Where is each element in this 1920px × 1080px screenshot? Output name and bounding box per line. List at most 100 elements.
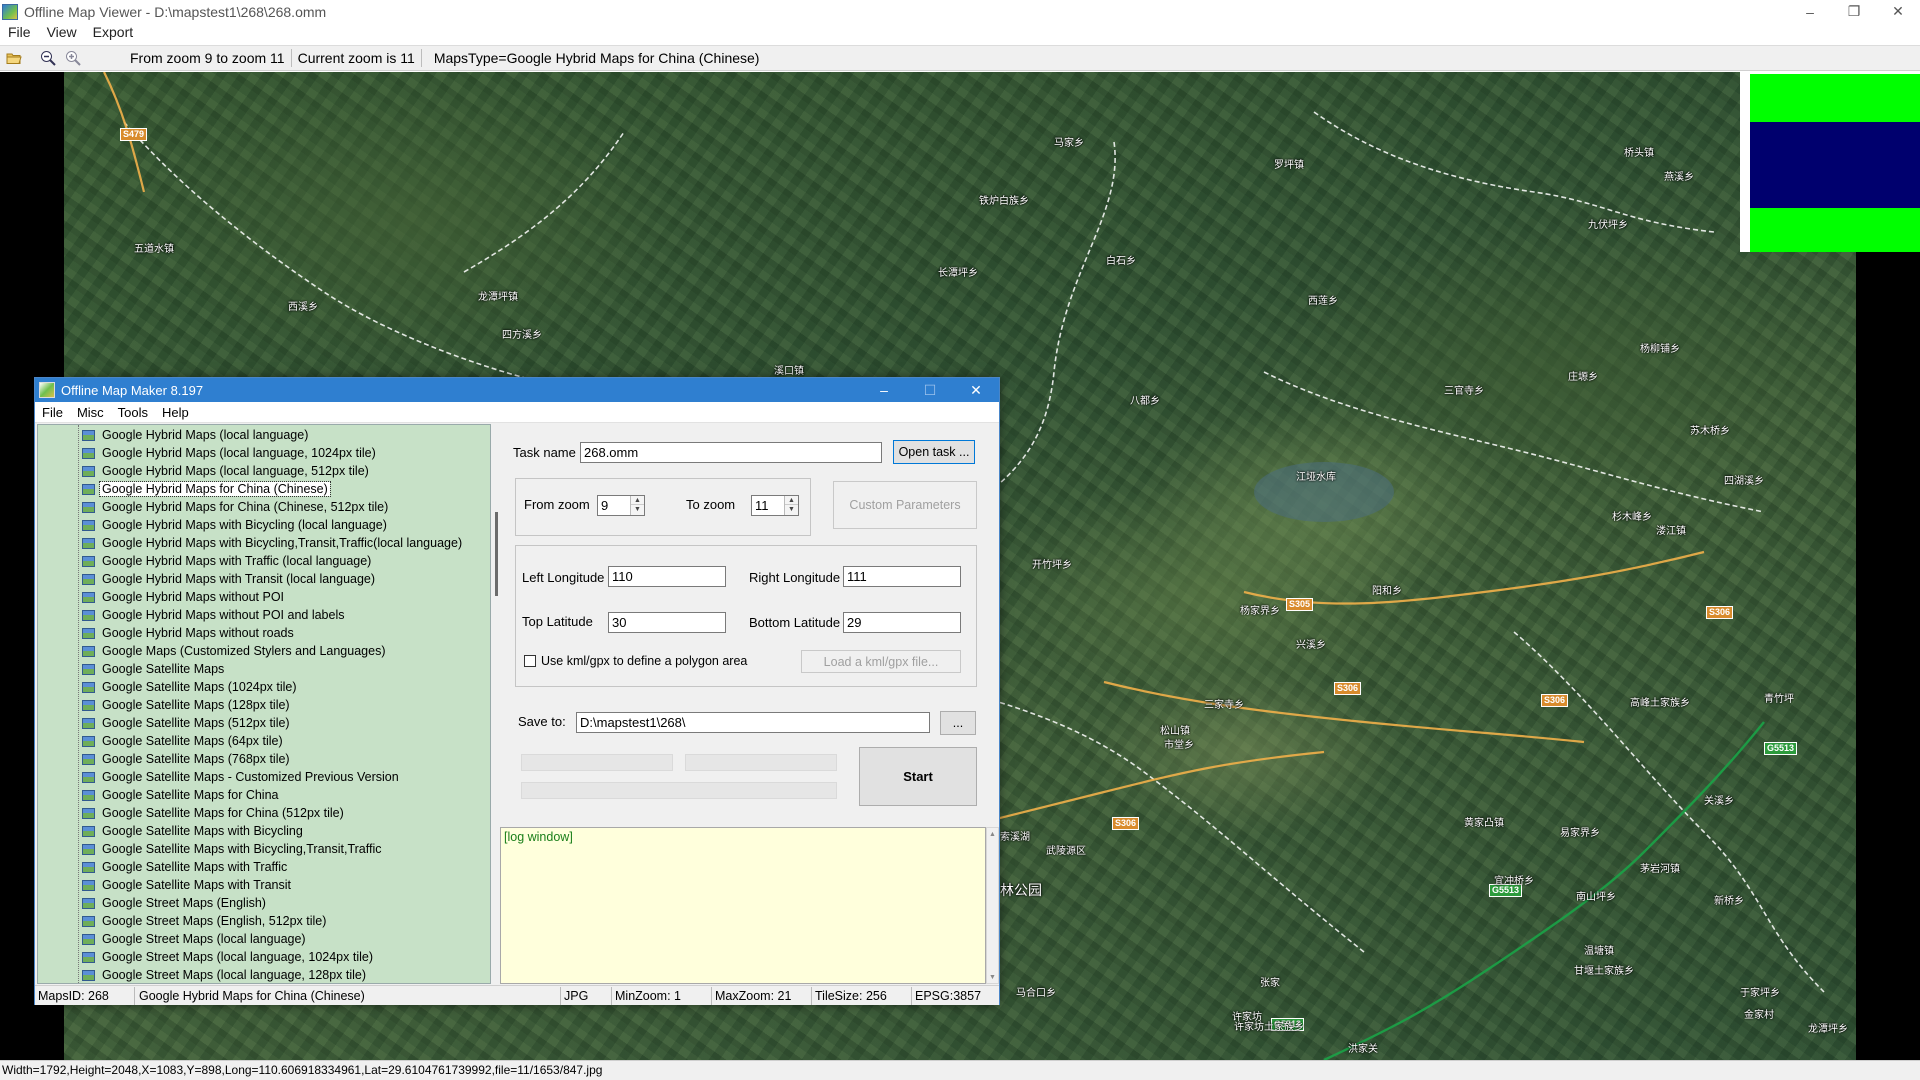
map-type-item[interactable]: Google Hybrid Maps with Traffic (local l… <box>82 552 464 570</box>
close-button[interactable]: ✕ <box>953 378 999 402</box>
start-button[interactable]: Start <box>859 747 977 806</box>
task-name-input[interactable]: 268.omm <box>580 442 882 463</box>
menu-help[interactable]: Help <box>155 405 196 420</box>
map-type-item[interactable]: Google Satellite Maps - Customized Previ… <box>82 768 464 786</box>
map-type-icon <box>82 573 95 585</box>
map-place-label: 龙潭坪乡 <box>1808 1024 1848 1035</box>
map-type-item[interactable]: Google Satellite Maps with Transit <box>82 876 464 894</box>
map-type-item[interactable]: Google Satellite Maps for China <box>82 786 464 804</box>
map-type-item[interactable]: Google Street Maps (local language, 1024… <box>82 948 464 966</box>
map-place-label: 三家寺乡 <box>1204 700 1244 711</box>
map-type-label: Google Satellite Maps (512px tile) <box>102 716 290 730</box>
map-type-item[interactable]: Google Hybrid Maps without POI and label… <box>82 606 464 624</box>
maker-statusbar: MapsID: 268 Google Hybrid Maps for China… <box>35 985 999 1005</box>
map-type-item[interactable]: Google Hybrid Maps with Bicycling,Transi… <box>82 534 464 552</box>
map-type-icon <box>82 771 95 783</box>
map-place-label: 高峰土家族乡 <box>1630 698 1690 709</box>
map-type-item[interactable]: Google Satellite Maps (64px tile) <box>82 732 464 750</box>
top-latitude-input[interactable]: 30 <box>608 612 726 633</box>
map-type-item[interactable]: Google Satellite Maps (1024px tile) <box>82 678 464 696</box>
map-type-item[interactable]: Google Hybrid Maps without POI <box>82 588 464 606</box>
open-task-button[interactable]: Open task ... <box>893 440 975 464</box>
menu-tools[interactable]: Tools <box>111 405 155 420</box>
use-kml-checkbox[interactable] <box>524 655 536 667</box>
log-window[interactable]: [log window] <box>500 827 986 984</box>
open-folder-icon[interactable] <box>3 48 25 68</box>
road-badge: S306 <box>1334 682 1362 695</box>
from-zoom-spinner[interactable]: 9 ▲ ▼ <box>597 495 645 516</box>
spin-down-icon[interactable]: ▼ <box>785 505 798 514</box>
map-type-item[interactable]: Google Street Maps (English) <box>82 894 464 912</box>
map-type-item[interactable]: Google Hybrid Maps without roads <box>82 624 464 642</box>
map-type-item[interactable]: Google Satellite Maps with Traffic <box>82 858 464 876</box>
map-place-label: 苏木桥乡 <box>1690 426 1730 437</box>
map-type-item[interactable]: Google Hybrid Maps (local language, 1024… <box>82 444 464 462</box>
map-type-icon <box>82 915 95 927</box>
map-type-item[interactable]: Google Satellite Maps (768px tile) <box>82 750 464 768</box>
menu-export[interactable]: Export <box>85 24 141 40</box>
map-type-item[interactable]: Google Satellite Maps with Bicycling,Tra… <box>82 840 464 858</box>
map-type-icon <box>82 843 95 855</box>
scrollbar-thumb[interactable] <box>495 512 498 596</box>
progress-bar <box>685 754 837 771</box>
map-type-item[interactable]: Google Satellite Maps for China (512px t… <box>82 804 464 822</box>
left-longitude-input[interactable]: 110 <box>608 566 726 587</box>
menu-file[interactable]: File <box>0 24 39 40</box>
right-longitude-input[interactable]: 111 <box>843 566 961 587</box>
scroll-down-icon[interactable]: ▼ <box>987 971 998 983</box>
map-type-icon <box>82 537 95 549</box>
map-type-label: Google Street Maps (English, 512px tile) <box>102 914 327 928</box>
bottom-latitude-input[interactable]: 29 <box>843 612 961 633</box>
map-type-icon <box>82 429 95 441</box>
minimize-button[interactable]: – <box>861 378 907 402</box>
map-type-icon <box>82 681 95 693</box>
map-type-item[interactable]: Google Street Maps (local language) <box>82 930 464 948</box>
map-type-label: Google Street Maps (local language) <box>102 932 306 946</box>
scroll-up-icon[interactable]: ▲ <box>987 828 998 840</box>
map-type-item[interactable]: Google Hybrid Maps with Transit (local l… <box>82 570 464 588</box>
map-type-icon <box>82 663 95 675</box>
zoom-out-icon[interactable] <box>37 48 59 68</box>
map-type-icon <box>82 627 95 639</box>
map-type-icon <box>82 609 95 621</box>
menu-misc[interactable]: Misc <box>70 405 111 420</box>
close-button[interactable]: ✕ <box>1876 0 1920 23</box>
minimize-button[interactable]: – <box>1788 0 1832 23</box>
spin-down-icon[interactable]: ▼ <box>631 505 644 514</box>
map-type-item[interactable]: Google Hybrid Maps for China (Chinese, 5… <box>82 498 464 516</box>
save-to-input[interactable]: D:\mapstest1\268\ <box>576 712 930 733</box>
to-zoom-label: To zoom <box>686 497 736 512</box>
zoom-in-icon[interactable] <box>62 48 84 68</box>
browse-button[interactable]: ... <box>940 711 976 735</box>
map-type-item[interactable]: Google Satellite Maps <box>82 660 464 678</box>
map-type-tree[interactable]: Google Hybrid Maps (local language) Googl… <box>37 424 491 984</box>
restore-button[interactable]: ❐ <box>1832 0 1876 23</box>
tree-guide-line <box>78 425 79 983</box>
menu-file[interactable]: File <box>35 405 70 420</box>
map-type-label: Google Satellite Maps (128px tile) <box>102 698 290 712</box>
map-type-item[interactable]: Google Street Maps (local language, 128p… <box>82 966 464 983</box>
map-type-item[interactable]: Google Hybrid Maps for China (Chinese) <box>82 480 464 498</box>
log-scrollbar[interactable]: ▲ ▼ <box>986 827 999 984</box>
map-place-label: 四湖溪乡 <box>1724 476 1764 487</box>
custom-parameters-button: Custom Parameters <box>833 481 977 529</box>
map-type-item[interactable]: Google Satellite Maps (512px tile) <box>82 714 464 732</box>
maker-titlebar[interactable]: Offline Map Maker 8.197 – ☐ ✕ <box>35 378 999 402</box>
status-epsg: EPSG:3857 <box>915 988 982 1003</box>
map-place-label: 温塘镇 <box>1584 946 1614 957</box>
map-type-item[interactable]: Google Satellite Maps (128px tile) <box>82 696 464 714</box>
map-type-label: Google Hybrid Maps without POI <box>102 590 285 604</box>
app-icon <box>2 3 18 20</box>
map-type-item[interactable]: Google Hybrid Maps (local language) <box>82 426 464 444</box>
status-maps-name: Google Hybrid Maps for China (Chinese) <box>135 986 561 1005</box>
map-type-item[interactable]: Google Street Maps (English, 512px tile) <box>82 912 464 930</box>
map-type-item[interactable]: Google Hybrid Maps with Bicycling (local… <box>82 516 464 534</box>
map-type-item[interactable]: Google Maps (Customized Stylers and Lang… <box>82 642 464 660</box>
menu-view[interactable]: View <box>39 24 85 40</box>
to-zoom-spinner[interactable]: 11 ▲ ▼ <box>751 495 799 516</box>
map-type-item[interactable]: Google Hybrid Maps (local language, 512p… <box>82 462 464 480</box>
map-type-label: Google Satellite Maps for China (512px t… <box>102 806 344 820</box>
map-type-item[interactable]: Google Satellite Maps with Bicycling <box>82 822 464 840</box>
map-type-label: Google Hybrid Maps for China (Chinese) <box>99 481 331 497</box>
map-type-icon <box>82 789 95 801</box>
